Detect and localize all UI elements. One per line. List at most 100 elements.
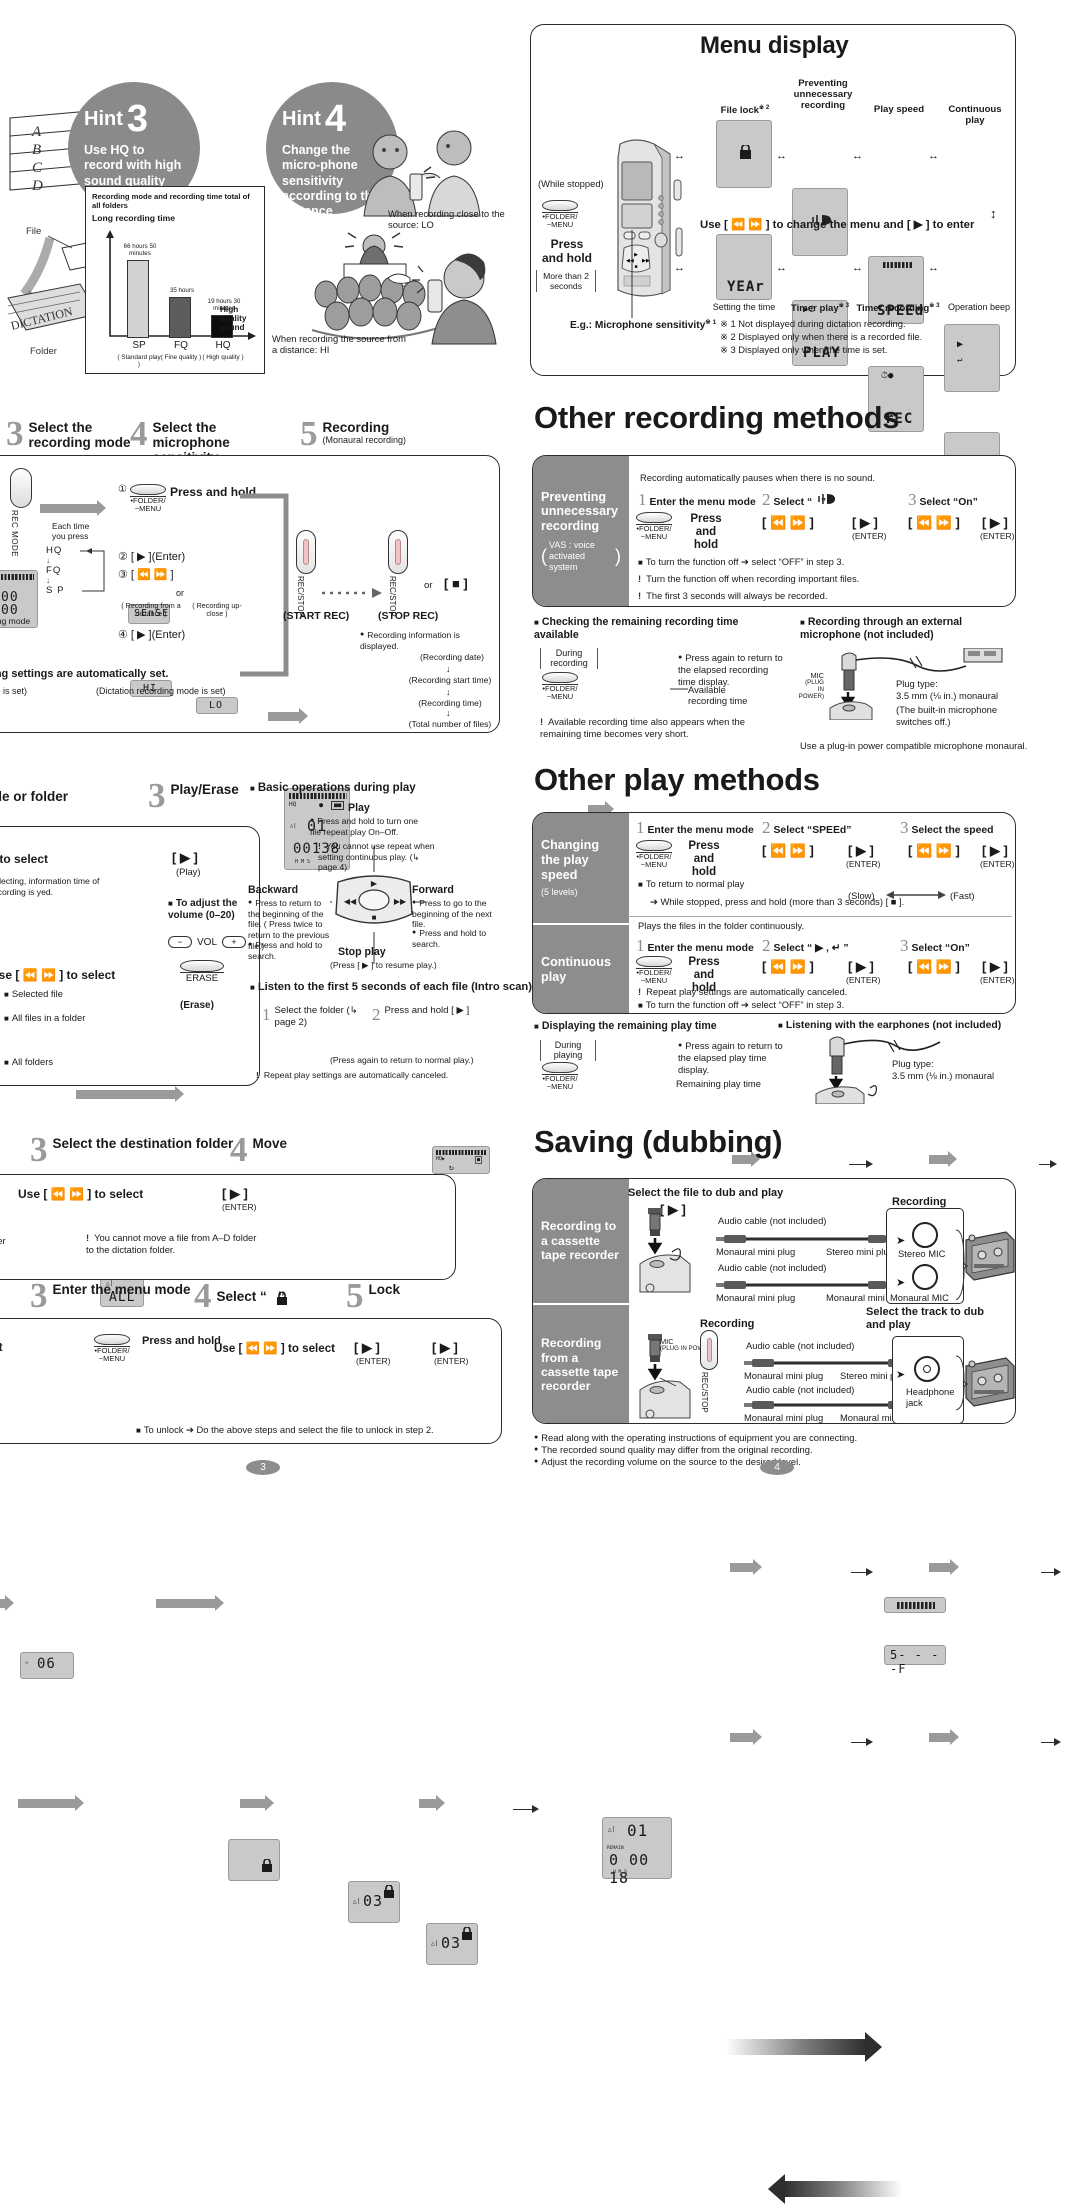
saving-footnote-2: The recorded sound quality may differ fr… xyxy=(541,1444,813,1455)
leader-line-available xyxy=(670,688,688,690)
speed-key-enter-2[interactable]: [ ▶ ] xyxy=(982,843,1008,859)
lock-step-5-number: 5 xyxy=(346,1276,364,1315)
to-tape-side-title: Recording to a cassette tape recorder xyxy=(541,1219,619,1263)
lock-enter-key-1[interactable]: [ ▶ ] xyxy=(354,1340,380,1356)
cont-keys-prev-2[interactable]: [ ⏪ ⏩ ] xyxy=(908,959,960,975)
cont-key-enter-2[interactable]: [ ▶ ] xyxy=(982,959,1008,975)
svg-text:■: ■ xyxy=(634,264,637,270)
brace-jacks xyxy=(956,1229,968,1300)
cont-step1-label: Enter the menu mode xyxy=(647,943,754,954)
lcd-speed-value: 5- - - -F xyxy=(890,1648,940,1676)
while-stopped-label: (While stopped) xyxy=(538,178,604,189)
rec-mode-caption: ...rding mode xyxy=(0,616,31,626)
intro-note: (Press again to return to normal play.) xyxy=(330,1055,474,1065)
move-enter-label: (ENTER) xyxy=(222,1202,257,1212)
ext-mic-plug-type: Plug type: xyxy=(896,678,938,689)
arrow-vas-4 xyxy=(1039,1158,1058,1170)
arrow-to-play-key xyxy=(76,1086,185,1102)
svg-text:File: File xyxy=(26,226,41,237)
rec-stop-start[interactable]: REC/STOP xyxy=(296,530,316,617)
folder-menu-button-remaining[interactable]: •FOLDER/ −MENU xyxy=(542,672,578,701)
menu-screen-file-lock xyxy=(716,120,772,188)
lcd-lo-value: LO xyxy=(209,700,224,711)
available-rec-label: Available recording time xyxy=(688,684,748,707)
bar-sp xyxy=(127,260,149,339)
substep-1-number: ① xyxy=(118,484,127,495)
speed-key-enter-1[interactable]: [ ▶ ] xyxy=(848,843,874,859)
callout-line-sense xyxy=(631,230,633,318)
backward-note-2: Press and hold to search. xyxy=(248,940,323,961)
step-5-number: 5 xyxy=(300,414,318,453)
vas-note-2: Turn the function off when recording imp… xyxy=(646,573,860,584)
mode-cycle-loop xyxy=(80,548,105,592)
folder-menu-button-vas[interactable]: •FOLDER/ −MENU xyxy=(636,512,672,541)
menu-use-line: Use [ ⏪ ⏩ ] to change the menu and [ ▶ ]… xyxy=(700,219,975,231)
cont-step3-num: 3 xyxy=(900,936,909,955)
from-tape-recstop-button[interactable]: REC/STOP xyxy=(700,1330,718,1413)
folder-menu-button-lock[interactable]: •FOLDER/ −MENU xyxy=(94,1334,130,1363)
move-use-select: Use [ ⏪ ⏩ ] to select xyxy=(18,1187,144,1201)
stop-key[interactable]: [ ■ ] xyxy=(444,576,468,591)
substep-4: ④ [ ▶ ](Enter) xyxy=(118,629,186,641)
svg-text:B: B xyxy=(32,142,41,158)
continuous-icon: ▶ xyxy=(957,339,964,350)
folder-menu-button-menu[interactable]: •FOLDER/ −MENU xyxy=(542,200,578,229)
volume-up-button[interactable]: + xyxy=(222,936,247,948)
intro-note-2: Repeat play settings are automatically c… xyxy=(263,1070,449,1080)
auto-settings-note: following settings are automatically set… xyxy=(0,668,169,680)
speed-keys-prev-2[interactable]: [ ⏪ ⏩ ] xyxy=(908,843,960,859)
arrow-move-enter xyxy=(156,1595,225,1611)
vas-step1-num: 1 xyxy=(638,490,647,509)
folder-menu-button[interactable]: •FOLDER/ −MENU xyxy=(129,484,166,513)
chart-sub-hq: High quality xyxy=(206,354,240,362)
play-note-1: Press and hold to turn one file repeat p… xyxy=(310,816,419,837)
vas-key-enter-1[interactable]: [ ▶ ] xyxy=(852,515,878,531)
rec-mode-button[interactable]: REC MODE xyxy=(10,468,32,557)
mic-close-caption: When recording close to the source: LO xyxy=(388,208,505,231)
cont-step2-label: Select “ ▶ , ↵ ” xyxy=(773,943,849,954)
vas-key-enter-2[interactable]: [ ▶ ] xyxy=(982,515,1008,531)
chart-sub-fq: Fine quality xyxy=(164,354,198,362)
rec-stop-stop[interactable]: REC/STOP xyxy=(388,530,408,617)
volume-controls[interactable]: − VOL + xyxy=(168,936,247,948)
cont-note-2: To turn the function off ➔ select “OFF” … xyxy=(645,999,845,1010)
arrow-speed-2 xyxy=(851,1566,874,1578)
arrow-lock-4 xyxy=(513,1803,540,1815)
ext-mic-heading: Recording through an external microphone… xyxy=(800,616,963,641)
speed-keys-prev[interactable]: [ ⏪ ⏩ ] xyxy=(762,843,814,859)
step-3-lock-menu: 3 Enter the menu mode xyxy=(30,1278,191,1313)
auto-note-a: HQ mode is set) xyxy=(0,686,28,696)
vas-step2-num: 2 xyxy=(762,490,771,509)
folder-menu-button-cont[interactable]: •FOLDER/ −MENU xyxy=(636,956,672,985)
folder-menu-button-playtime[interactable]: •FOLDER/ −MENU xyxy=(542,1062,578,1091)
cont-key-enter-1[interactable]: [ ▶ ] xyxy=(848,959,874,975)
play-key[interactable]: [ ▶ ] xyxy=(172,850,198,866)
menu-1-label: File lock xyxy=(720,105,760,116)
speed-enter-label-1: (ENTER) xyxy=(846,859,881,869)
volume-down-button[interactable]: − xyxy=(168,936,192,948)
vas-keys-prev[interactable]: [ ⏪ ⏩ ] xyxy=(762,515,814,531)
lock-enter-key-2[interactable]: [ ▶ ] xyxy=(432,1340,458,1356)
lcd-play-time: 0 00 18 xyxy=(609,1851,650,1887)
arrow-vas-3 xyxy=(928,1151,957,1167)
menu-4-label: Continuous play xyxy=(948,104,1002,126)
earphones-heading: Listening with the earphones (not includ… xyxy=(785,1020,1002,1031)
vas-keys-prev-2[interactable]: [ ⏪ ⏩ ] xyxy=(908,515,960,531)
chart-cat-fq: FQ xyxy=(174,340,188,352)
lock-icon xyxy=(740,145,751,159)
lcd-lock-done-value: 03 xyxy=(441,1934,462,1952)
step-3-play-title: Play/Erase xyxy=(170,782,239,797)
cont-keys-prev[interactable]: [ ⏪ ⏩ ] xyxy=(762,959,814,975)
menu-screen-year: YEAr xyxy=(716,234,772,300)
intro-scan-heading: Listen to the first 5 seconds of each fi… xyxy=(257,981,532,993)
step-4-move: 4 Move xyxy=(230,1132,287,1167)
lcd-speed-level: 5- - - -F xyxy=(884,1645,946,1676)
erase-button[interactable]: ERASE xyxy=(180,960,224,984)
lock-enter-label-2: (ENTER) xyxy=(434,1356,469,1366)
arrow-cont-2 xyxy=(851,1736,874,1748)
folder-menu-button-speed[interactable]: •FOLDER/ −MENU xyxy=(636,840,672,869)
cont-enter-label-1: (ENTER) xyxy=(846,975,881,985)
lock-enter-label-1: (ENTER) xyxy=(356,1356,391,1366)
arrow-speed-3 xyxy=(928,1559,959,1575)
move-enter-key[interactable]: [ ▶ ] xyxy=(222,1186,248,1202)
